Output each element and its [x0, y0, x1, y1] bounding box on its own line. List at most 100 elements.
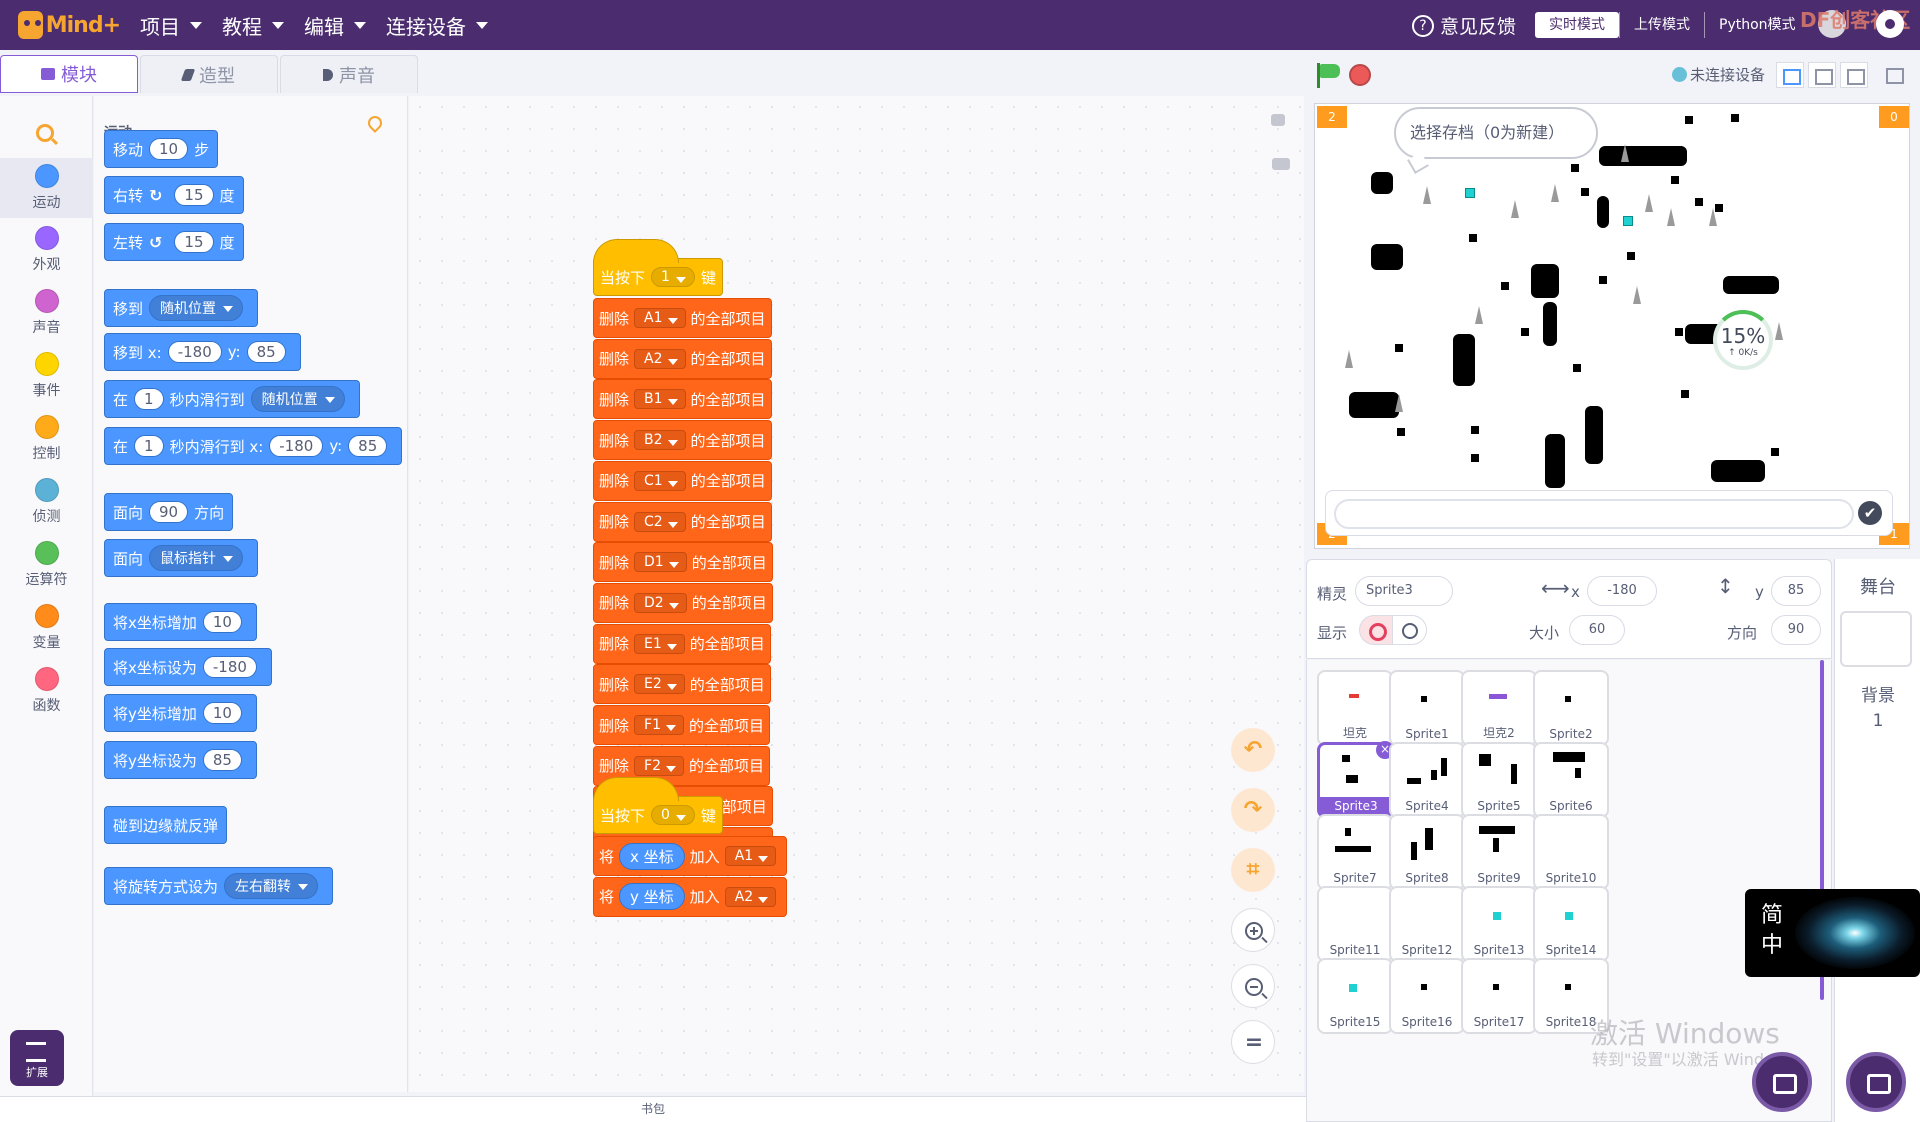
motion-block[interactable]: 左转 ↺ 15 度	[104, 223, 244, 261]
key-dropdown[interactable]: 1	[651, 267, 695, 287]
list-dropdown[interactable]: A2	[724, 886, 777, 907]
menu-edit[interactable]: 编辑	[304, 0, 366, 50]
sprite-tile[interactable]: Sprite2	[1533, 670, 1609, 746]
small-stage-button[interactable]	[1776, 62, 1804, 88]
when-key-pressed-block[interactable]: 当按下 1 键	[593, 239, 723, 296]
add-extension-button[interactable]: 扩展	[10, 1030, 64, 1086]
choose-backdrop-button[interactable]	[1846, 1052, 1906, 1112]
motion-block[interactable]: 将y坐标增加 10	[104, 694, 257, 732]
list-block[interactable]: 删除 A1 的全部项目	[593, 298, 772, 338]
checkmark-icon[interactable]: ✔	[1858, 501, 1882, 525]
mode-upload[interactable]: 上传模式	[1619, 12, 1704, 38]
number-input[interactable]: 85	[202, 749, 242, 771]
list-dropdown[interactable]: F1	[634, 715, 684, 735]
mode-realtime[interactable]: 实时模式	[1535, 12, 1619, 38]
stage-canvas[interactable]: 2 0 2 1 选择存档（0为新建） ✔	[1314, 103, 1910, 549]
list-dropdown[interactable]: D1	[634, 552, 687, 573]
sprite-tile[interactable]: 坦克2	[1461, 670, 1537, 746]
feedback-button[interactable]: ? 意见反馈	[1412, 12, 1516, 39]
sprite-tile[interactable]: Sprite17	[1461, 958, 1537, 1034]
list-block[interactable]: 删除 E2 的全部项目	[593, 664, 771, 705]
list-dropdown[interactable]: E2	[634, 674, 685, 695]
hide-eye-icon[interactable]	[1393, 615, 1427, 645]
sprite-tile[interactable]: Sprite16	[1389, 958, 1465, 1034]
zoom-out-button[interactable]	[1231, 964, 1275, 1008]
sprite-tile[interactable]: Sprite14	[1533, 886, 1609, 962]
key-dropdown[interactable]: 0	[651, 805, 695, 825]
list-block[interactable]: 删除 C1 的全部项目	[593, 460, 772, 501]
sprite-tile[interactable]: Sprite7	[1317, 814, 1393, 890]
number-input[interactable]: -180	[167, 341, 222, 363]
tab-costumes[interactable]: 造型	[140, 55, 278, 93]
number-input[interactable]: 15	[174, 184, 214, 206]
sprite-tile[interactable]: Sprite4	[1389, 742, 1465, 818]
zoom-in-button[interactable]	[1231, 908, 1275, 952]
stop-icon[interactable]	[1349, 64, 1371, 86]
direction-input[interactable]: 90	[1771, 615, 1821, 645]
motion-block[interactable]: 移动 10 步	[104, 130, 219, 168]
when-key-pressed-block[interactable]: 当按下 0 键	[593, 777, 723, 834]
number-input[interactable]: 1	[134, 435, 164, 457]
menu-project[interactable]: 项目	[140, 0, 202, 50]
list-dropdown[interactable]: A1	[724, 846, 777, 866]
coordinate-reporter[interactable]: y 坐标	[619, 883, 685, 911]
stage-target-pane[interactable]: 舞台 背景 1	[1834, 559, 1920, 1122]
motion-block[interactable]: 将y坐标设为 85	[104, 741, 257, 779]
choose-sprite-button[interactable]	[1752, 1052, 1812, 1112]
number-input[interactable]: 10	[202, 611, 242, 633]
tab-sounds[interactable]: 声音	[280, 55, 418, 93]
sprite-tile[interactable]: Sprite12	[1389, 886, 1465, 962]
sprite-tile[interactable]: Sprite9	[1461, 814, 1537, 890]
dropdown[interactable]: 随机位置	[149, 295, 244, 321]
category-control[interactable]: 控制	[0, 409, 93, 469]
number-input[interactable]: 85	[348, 435, 388, 457]
sprite-tile[interactable]: Sprite3 ×	[1317, 741, 1394, 818]
number-input[interactable]: 10	[149, 138, 189, 160]
category-events[interactable]: 事件	[0, 346, 93, 406]
list-block[interactable]: 删除 D1 的全部项目	[593, 542, 773, 583]
ime-popup[interactable]: 简 中	[1745, 889, 1920, 977]
sprite-tile[interactable]: Sprite1	[1389, 670, 1465, 746]
pin-icon[interactable]	[365, 113, 385, 133]
green-flag-icon[interactable]	[1315, 62, 1341, 88]
list-dropdown[interactable]: C2	[634, 511, 686, 532]
sprite-tile[interactable]: Sprite6	[1533, 742, 1609, 818]
tab-blocks[interactable]: 模块	[0, 55, 138, 93]
gear-icon[interactable]	[1876, 10, 1904, 38]
sprite-tile[interactable]: Sprite15	[1317, 958, 1393, 1034]
list-dropdown[interactable]: B2	[634, 430, 686, 451]
size-input[interactable]: 60	[1569, 615, 1625, 645]
normal-stage-button[interactable]	[1808, 62, 1836, 88]
motion-block[interactable]: 将x坐标设为 -180	[104, 648, 272, 686]
crop-button[interactable]: ⌗	[1231, 848, 1275, 892]
list-dropdown[interactable]: B1	[634, 389, 686, 410]
list-block[interactable]: 删除 B2 的全部项目	[593, 420, 772, 461]
list-block[interactable]: 删除 E1 的全部项目	[593, 623, 771, 664]
list-dropdown[interactable]: E1	[634, 633, 685, 654]
list-block[interactable]: 删除 C2 的全部项目	[593, 501, 772, 542]
number-input[interactable]: 90	[149, 501, 189, 523]
category-sound[interactable]: 声音	[0, 283, 93, 343]
dropdown[interactable]: 鼠标指针	[149, 545, 244, 571]
y-input[interactable]: 85	[1771, 576, 1821, 606]
sprite-tile[interactable]: 坦克	[1317, 670, 1393, 746]
motion-block[interactable]: 移到 x: -180 y: 85	[104, 333, 301, 371]
menu-connect-device[interactable]: 连接设备	[386, 0, 488, 50]
number-input[interactable]: 1	[134, 388, 164, 410]
list-block[interactable]: 将x 坐标 加入 A1	[593, 836, 788, 876]
category-variables[interactable]: 变量	[0, 598, 93, 658]
motion-block[interactable]: 在 1 秒内滑行到 随机位置	[104, 380, 360, 418]
category-functions[interactable]: 函数	[0, 661, 93, 721]
list-block[interactable]: 删除 D2 的全部项目	[593, 582, 773, 623]
dropdown[interactable]: 左右翻转	[224, 873, 319, 899]
code-workspace[interactable]: 当按下 1 键删除 A1 的全部项目 删除 A2 的全部项目 删除 B1 的全部项目 删除 B2 的全部项…	[409, 96, 1304, 1092]
list-dropdown[interactable]: C1	[634, 470, 686, 491]
category-operators[interactable]: 运算符	[0, 535, 93, 595]
sprite-tile[interactable]: Sprite11	[1317, 886, 1393, 962]
stage-thumbnail[interactable]	[1840, 611, 1912, 667]
list-block[interactable]: 删除 B1 的全部项目	[593, 379, 772, 420]
list-dropdown[interactable]: F2	[634, 755, 684, 776]
fullscreen-button[interactable]	[1880, 62, 1908, 88]
answer-input[interactable]	[1334, 499, 1854, 529]
number-input[interactable]: -180	[202, 656, 257, 678]
